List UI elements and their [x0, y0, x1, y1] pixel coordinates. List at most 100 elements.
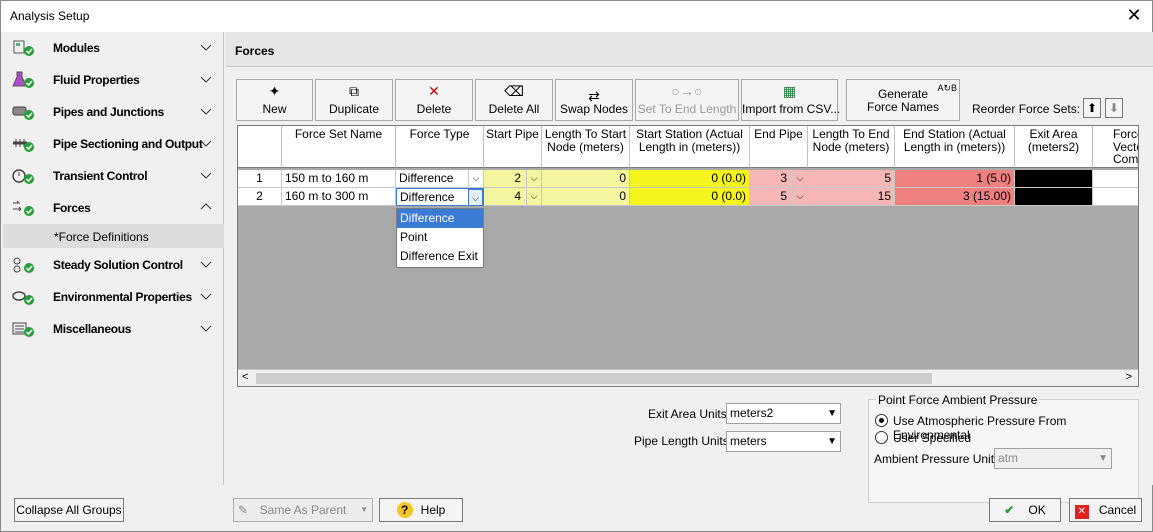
- chevron-down-icon[interactable]: [200, 290, 212, 302]
- new-button[interactable]: ✦ New: [236, 79, 313, 121]
- same-as-parent-icon: ✎: [238, 503, 249, 517]
- chevron-up-icon[interactable]: [200, 201, 212, 213]
- force-sets-table[interactable]: Force Set Name Force Type Start Pipe Len…: [237, 125, 1139, 387]
- title-bar: Analysis Setup ✕: [1, 1, 1152, 32]
- new-icon: ✦: [268, 83, 281, 99]
- column-header[interactable]: Force Type: [396, 126, 484, 168]
- delete-button[interactable]: ✕ Delete: [395, 79, 473, 121]
- force-type-cell[interactable]: Difference ⌵: [396, 188, 484, 206]
- collapse-all-groups-button[interactable]: Collapse All Groups: [14, 498, 124, 522]
- force-vector-x-cell[interactable]: [1093, 170, 1138, 188]
- ok-button[interactable]: ✔ OK: [989, 498, 1061, 522]
- chevron-down-icon[interactable]: [200, 73, 212, 85]
- length-to-start-cell[interactable]: 0: [542, 170, 630, 188]
- arrow-down-icon: ⬇: [1108, 101, 1120, 115]
- scroll-left-icon[interactable]: <: [242, 371, 248, 383]
- sidebar-item-fluid-properties[interactable]: Fluid Properties: [2, 64, 224, 96]
- force-type-cell[interactable]: Difference ⌵: [396, 170, 484, 188]
- sidebar-item-label: Miscellaneous: [53, 322, 132, 336]
- close-icon[interactable]: ✕: [1124, 5, 1144, 25]
- row-number[interactable]: 2: [238, 188, 282, 206]
- sidebar-subitem-force-definitions[interactable]: *Force Definitions: [3, 224, 224, 248]
- column-header[interactable]: Force Set Name: [282, 126, 396, 168]
- ambient-units-label: Ambient Pressure Units:: [874, 452, 1004, 466]
- force-set-name-cell[interactable]: 160 m to 300 m: [282, 188, 396, 206]
- force-set-name-cell[interactable]: 150 m to 160 m: [282, 170, 396, 188]
- chevron-down-icon[interactable]: ⌵: [526, 170, 541, 187]
- exit-area-cell[interactable]: [1015, 170, 1093, 188]
- chevron-down-icon[interactable]: [200, 41, 212, 53]
- excel-icon: ▦: [782, 83, 797, 99]
- move-up-button[interactable]: ⬆: [1083, 98, 1101, 118]
- dropdown-option-difference[interactable]: Difference: [397, 209, 483, 228]
- end-station-cell[interactable]: 1 (5.0): [895, 170, 1015, 188]
- sidebar-item-pipes-and-junctions[interactable]: Pipes and Junctions: [2, 96, 224, 128]
- set-to-end-length-button[interactable]: ○→○ Set To End Length: [635, 79, 739, 121]
- force-type-dropdown-list[interactable]: Difference Point Difference Exit: [396, 208, 484, 268]
- delete-all-button[interactable]: ⌫ Delete All: [475, 79, 553, 121]
- force-vector-x-cell[interactable]: [1093, 188, 1138, 206]
- chevron-down-icon[interactable]: [200, 137, 212, 149]
- chevron-down-icon[interactable]: ⌵: [468, 170, 483, 187]
- sidebar-item-steady-solution-control[interactable]: Steady Solution Control: [2, 249, 224, 281]
- cancel-icon: ✕: [1074, 505, 1089, 519]
- import-csv-button[interactable]: ▦ Import from CSV...: [741, 79, 840, 121]
- generate-force-names-button[interactable]: A↻B Generate Force Names: [846, 79, 960, 121]
- sidebar-item-modules[interactable]: Modules: [2, 32, 224, 64]
- start-pipe-cell[interactable]: 2 ⌵: [484, 170, 542, 188]
- move-down-button[interactable]: ⬇: [1105, 98, 1123, 118]
- row-number[interactable]: 1: [238, 170, 282, 188]
- start-station-cell[interactable]: 0 (0.0): [630, 170, 750, 188]
- end-pipe-cell[interactable]: 3 ⌵: [750, 170, 808, 188]
- chevron-down-icon[interactable]: ⌵: [792, 170, 807, 187]
- column-header[interactable]: End Station (Actual Length in (meters)): [895, 126, 1015, 168]
- sidebar-item-pipe-sectioning[interactable]: Pipe Sectioning and Output: [2, 128, 224, 160]
- window-title: Analysis Setup: [10, 9, 90, 23]
- chevron-down-icon[interactable]: ⌵: [468, 189, 483, 205]
- start-station-cell[interactable]: 0 (0.0): [630, 188, 750, 206]
- sidebar: Modules Fluid Properties Pipes and Junct…: [2, 32, 224, 485]
- ambient-units-select[interactable]: atm ▼: [994, 448, 1112, 469]
- end-station-cell[interactable]: 3 (15.00): [895, 188, 1015, 206]
- column-header[interactable]: Exit Area (meters2): [1015, 126, 1093, 168]
- chevron-down-icon[interactable]: [200, 322, 212, 334]
- column-header[interactable]: Length To Start Node (meters): [542, 126, 630, 168]
- start-pipe-cell[interactable]: 4 ⌵: [484, 188, 542, 206]
- dropdown-option-point[interactable]: Point: [397, 228, 483, 247]
- dropdown-option-difference-exit[interactable]: Difference Exit: [397, 247, 483, 266]
- horizontal-scrollbar[interactable]: < >: [238, 369, 1138, 386]
- sidebar-item-transient-control[interactable]: Transient Control: [2, 160, 224, 192]
- help-button[interactable]: ? Help: [379, 498, 463, 522]
- duplicate-button[interactable]: ⧉ Duplicate: [315, 79, 393, 121]
- delete-icon: ✕: [428, 83, 440, 99]
- sidebar-item-label: Pipe Sectioning and Output: [53, 137, 203, 151]
- radio-label[interactable]: User Specified: [893, 431, 971, 445]
- column-header[interactable]: Force Vector X Component: [1093, 126, 1138, 168]
- exit-area-cell[interactable]: [1015, 188, 1093, 206]
- length-to-end-cell[interactable]: 5: [808, 170, 895, 188]
- user-specified-radio[interactable]: [875, 431, 888, 444]
- sidebar-item-forces[interactable]: Forces: [2, 192, 224, 224]
- chevron-down-icon[interactable]: ⌵: [526, 188, 541, 205]
- atmospheric-pressure-radio[interactable]: [875, 414, 888, 427]
- scrollbar-thumb[interactable]: [256, 373, 932, 384]
- length-to-end-cell[interactable]: 15: [808, 188, 895, 206]
- sidebar-item-miscellaneous[interactable]: Miscellaneous: [2, 313, 224, 345]
- chevron-down-icon[interactable]: ⌵: [792, 188, 807, 205]
- chevron-down-icon[interactable]: [200, 169, 212, 181]
- scroll-right-icon[interactable]: >: [1126, 371, 1132, 383]
- column-header[interactable]: Length To End Node (meters): [808, 126, 895, 168]
- chevron-down-icon[interactable]: [200, 258, 212, 270]
- exit-area-units-select[interactable]: meters2 ▼: [726, 403, 841, 424]
- chevron-down-icon[interactable]: [200, 105, 212, 117]
- swap-nodes-button[interactable]: ⇄ Swap Nodes: [555, 79, 633, 121]
- end-pipe-cell[interactable]: 5 ⌵: [750, 188, 808, 206]
- same-as-parent-button[interactable]: ✎ Same As Parent ▼: [233, 498, 373, 522]
- column-header[interactable]: End Pipe: [750, 126, 808, 168]
- length-to-start-cell[interactable]: 0: [542, 188, 630, 206]
- column-header[interactable]: Start Station (Actual Length in (meters)…: [630, 126, 750, 168]
- pipe-length-units-select[interactable]: meters ▼: [726, 431, 841, 452]
- cancel-button[interactable]: ✕ Cancel: [1069, 498, 1142, 522]
- column-header[interactable]: Start Pipe: [484, 126, 542, 168]
- sidebar-item-environmental-properties[interactable]: Environmental Properties: [2, 281, 224, 313]
